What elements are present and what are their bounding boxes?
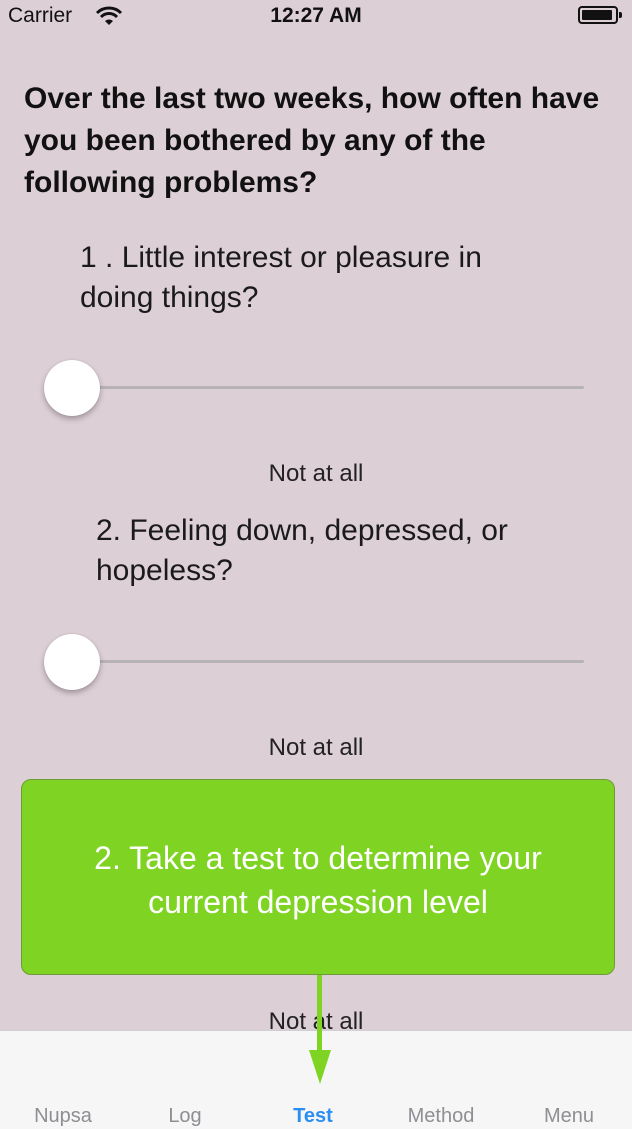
tab-nupsa[interactable]: Nupsa bbox=[0, 1105, 126, 1128]
slider-track[interactable] bbox=[64, 660, 584, 663]
tooltip-arrow-head-icon bbox=[309, 1050, 331, 1084]
page-title: Over the last two weeks, how often have … bbox=[24, 82, 600, 199]
slider-thumb[interactable] bbox=[44, 634, 100, 690]
status-bar: Carrier 12:27 AM bbox=[0, 0, 632, 32]
tab-test[interactable]: Test bbox=[250, 1105, 376, 1128]
tooltip-line-2: current depression level bbox=[148, 884, 488, 920]
tab-log[interactable]: Log bbox=[122, 1105, 248, 1128]
question-2-text: 2. Feeling down, depressed, or hopeless? bbox=[96, 514, 508, 587]
question-2-answer: Not at all bbox=[268, 734, 364, 761]
tooltip-line-1: 2. Take a test to determine your bbox=[94, 840, 542, 876]
battery-icon bbox=[578, 6, 622, 24]
question-1-text: 1 . Little interest or pleasure in doing… bbox=[80, 241, 482, 314]
onboarding-tooltip[interactable]: 2. Take a test to determine your current… bbox=[21, 779, 615, 975]
question-2-slider[interactable] bbox=[44, 634, 584, 690]
status-time: 12:27 AM bbox=[270, 4, 362, 27]
question-1-answer: Not at all bbox=[268, 460, 364, 487]
slider-thumb[interactable] bbox=[44, 360, 100, 416]
slider-track[interactable] bbox=[64, 386, 584, 389]
tab-method[interactable]: Method bbox=[378, 1105, 504, 1128]
tab-menu[interactable]: Menu bbox=[506, 1105, 632, 1128]
question-1-slider[interactable] bbox=[44, 360, 584, 416]
tooltip-arrow-line bbox=[317, 975, 322, 1055]
